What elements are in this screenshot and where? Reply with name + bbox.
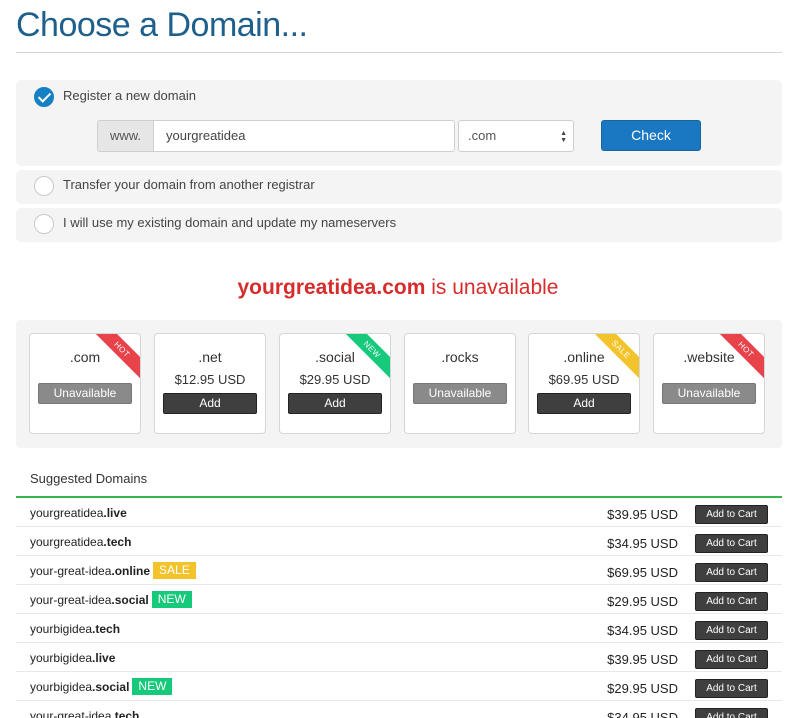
suggested-domain-tld: .online [111,564,151,578]
tld-card-name: .net [198,349,222,365]
tld-card: .online $69.95 USD Add SALE [528,333,640,434]
transfer-domain-option[interactable]: Transfer your domain from another regist… [16,170,782,204]
tld-card: .social $29.95 USD Add NEW [279,333,391,434]
suggested-domain-row: yourgreatidea.live $39.95 USD Add to Cart [16,498,782,527]
suggested-domain-badge: NEW [132,678,173,696]
domain-search-input[interactable]: yourgreatidea [153,120,455,152]
suggested-domain-price: $34.95 USD [607,536,678,551]
suggested-domain-price: $34.95 USD [607,623,678,638]
suggested-domain-row: your-great-idea.online SALE $69.95 USD Add … [16,556,782,585]
suggested-domain-name: your-great-idea.online SALE [30,562,196,580]
suggested-domain-name: yourbigidea.social NEW [30,678,173,696]
tld-card: .net $12.95 USD Add [154,333,266,434]
searched-domain: yourgreatidea.com [237,276,426,299]
suggested-domain-tld: .live [103,506,127,520]
tld-card-price: $29.95 USD [299,372,371,387]
tld-card: .com Unavailable HOT [29,333,141,434]
add-to-cart-button[interactable]: Add to Cart [695,505,768,524]
suggested-domain-sld: yourbigidea [30,622,93,636]
tld-unavailable-button: Unavailable [413,383,507,404]
availability-status: is unavailable [431,276,559,299]
register-domain-option: Register a new domain www. yourgreatidea… [16,80,782,166]
add-to-cart-button[interactable]: Add to Cart [695,621,768,640]
suggested-domain-tld: .tech [92,622,121,636]
suggested-domain-row: your-great-idea.social NEW $29.95 USD Add t… [16,585,782,614]
check-button[interactable]: Check [601,120,701,151]
tld-add-button[interactable]: Add [537,393,631,414]
tld-unavailable-button: Unavailable [38,383,132,404]
suggested-domain-sld: your-great-idea [30,564,112,578]
tld-card-price: $12.95 USD [174,372,246,387]
suggested-domain-row: yourbigidea.tech $34.95 USD Add to Cart [16,614,782,643]
tld-spotlight-panel: .com Unavailable HOT .net $12.95 USD Add .soci… [16,320,782,448]
suggested-domain-row: yourbigidea.live $39.95 USD Add to Cart [16,643,782,672]
suggested-domain-name: your-great-idea.tech [30,709,139,718]
title-divider [16,52,782,53]
add-to-cart-button[interactable]: Add to Cart [695,534,768,553]
suggested-domains-list: yourgreatidea.live $39.95 USD Add to Cart y… [16,498,782,718]
tld-card: .website Unavailable HOT [653,333,765,434]
suggested-domain-tld: .live [92,651,116,665]
tld-add-button[interactable]: Add [288,393,382,414]
suggested-domain-badge: NEW [151,591,192,609]
tld-unavailable-button: Unavailable [662,383,756,404]
suggested-domain-name: yourgreatidea.tech [30,535,131,549]
suggested-domain-price: $29.95 USD [607,594,678,609]
suggested-domain-tld: .social [111,593,149,607]
transfer-radio[interactable] [34,176,54,196]
suggested-domain-price: $39.95 USD [607,652,678,667]
suggested-domain-name: yourgreatidea.live [30,506,127,520]
tld-select-value: .com [468,128,497,143]
add-to-cart-button[interactable]: Add to Cart [695,679,768,698]
suggested-domain-row: yourgreatidea.tech $34.95 USD Add to Cart [16,527,782,556]
add-to-cart-button[interactable]: Add to Cart [695,650,768,669]
suggested-domain-price: $69.95 USD [607,565,678,580]
suggested-domain-badge: SALE [153,562,196,580]
add-to-cart-button[interactable]: Add to Cart [695,708,768,718]
tld-add-button[interactable]: Add [163,393,257,414]
suggested-domain-sld: yourbigidea [30,680,93,694]
tld-card-price: $69.95 USD [548,372,620,387]
up-down-arrows-icon: ▲ ▼ [560,130,567,144]
page-title: Choose a Domain... [16,6,308,44]
suggested-domain-tld: .tech [103,535,132,549]
existing-domain-option[interactable]: I will use my existing domain and update… [16,208,782,242]
register-option-label[interactable]: Register a new domain [63,88,196,103]
suggested-domain-name: your-great-idea.social NEW [30,591,192,609]
existing-radio[interactable] [34,214,54,234]
suggested-domain-sld: your-great-idea [30,709,112,718]
availability-message: yourgreatidea.com is unavailable [0,276,796,300]
suggested-domain-sld: yourgreatidea [30,535,104,549]
add-to-cart-button[interactable]: Add to Cart [695,592,768,611]
register-radio-checkmark-icon[interactable] [34,87,54,107]
tld-card: .rocks Unavailable [404,333,516,434]
www-prefix: www. [97,120,154,152]
tld-card-name: .rocks [441,349,479,365]
suggested-domain-row: yourbigidea.social NEW $29.95 USD Add to Ca… [16,672,782,701]
suggested-domains-heading: Suggested Domains [30,471,148,486]
suggested-domain-sld: your-great-idea [30,593,112,607]
suggested-domain-price: $34.95 USD [607,710,678,718]
suggested-domain-tld: .tech [111,709,140,718]
existing-option-label[interactable]: I will use my existing domain and update… [63,215,396,230]
add-to-cart-button[interactable]: Add to Cart [695,563,768,582]
suggested-domain-sld: yourgreatidea [30,506,104,520]
suggested-domain-name: yourbigidea.live [30,651,115,665]
tld-select[interactable]: .com ▲ ▼ [458,120,574,152]
suggested-domain-price: $29.95 USD [607,681,678,696]
suggested-domain-name: yourbigidea.tech [30,622,120,636]
suggested-domain-price: $39.95 USD [607,507,678,522]
transfer-option-label[interactable]: Transfer your domain from another regist… [63,177,315,192]
suggested-domain-sld: yourbigidea [30,651,93,665]
suggested-domain-tld: .social [92,680,130,694]
suggested-domain-row: your-great-idea.tech $34.95 USD Add to Car… [16,701,782,718]
